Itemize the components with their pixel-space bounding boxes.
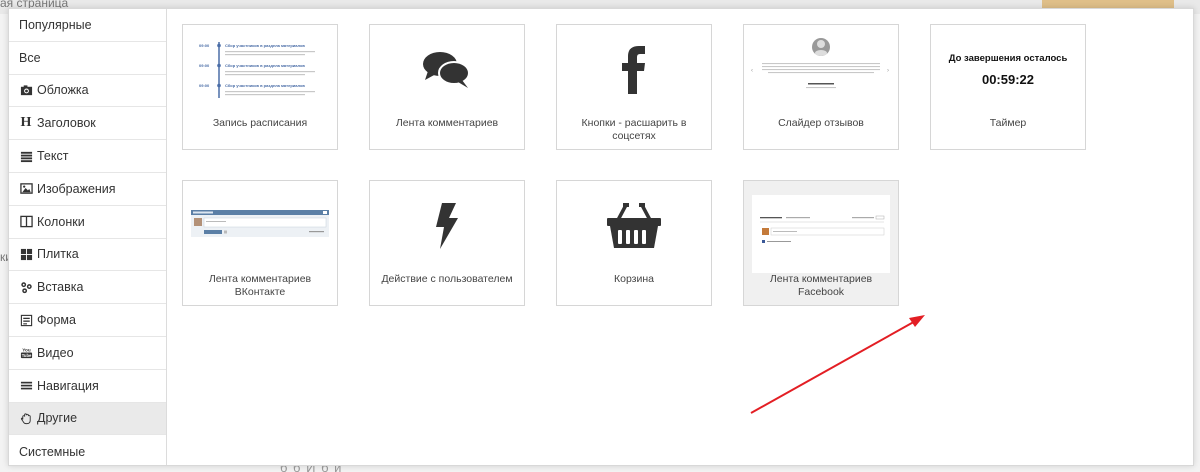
block-grid: 09:00 Сбор участников в раздела материал… [167, 9, 1193, 465]
svg-text:Сбор участников в раздела мате: Сбор участников в раздела материалов [225, 63, 305, 68]
block-card-label: Действие с пользователем [381, 273, 513, 285]
timer-heading: До завершения осталось [948, 53, 1068, 64]
reviews-thumb: ‹ › [744, 25, 898, 115]
block-card-timer[interactable]: До завершения осталось 00:59:22 Таймер [930, 24, 1086, 150]
block-card-label: Запись расписания [212, 117, 308, 129]
sidebar-item-label: Плитка [37, 247, 79, 262]
sidebar-item-text[interactable]: Текст [9, 140, 166, 173]
svg-text:09:00: 09:00 [199, 83, 210, 88]
basket-icon [557, 181, 711, 271]
sidebar-item-cover[interactable]: Обложка [9, 75, 166, 108]
block-card-label: Кнопки - расшарить в соцсетях [581, 117, 687, 142]
sidebar-item-system[interactable]: Системные [9, 435, 166, 468]
youtube-icon: You Tube [19, 346, 33, 360]
sidebar-item-label: Видео [37, 345, 74, 360]
vk-comments-thumb [183, 181, 337, 271]
sidebar-item-label: Системные [19, 444, 86, 459]
sidebar-item-label: Популярные [19, 17, 92, 32]
sidebar-item-label: Заголовок [37, 116, 96, 131]
block-card-label: Слайдер отзывов [778, 117, 864, 129]
block-card-basket[interactable]: Корзина [556, 180, 712, 306]
sidebar-item-label: Колонки [37, 214, 85, 229]
lightning-icon [370, 181, 524, 271]
sidebar-item-label: Изображения [37, 181, 116, 196]
sidebar-item-tiles[interactable]: Плитка [9, 239, 166, 272]
sidebar-item-label: Форма [37, 313, 76, 328]
puzzle-icon [19, 280, 33, 294]
block-card-label: Лента комментариев ВКонтакте [208, 273, 312, 298]
sidebar-item-embed[interactable]: Вставка [9, 271, 166, 305]
menu-icon [19, 379, 33, 393]
sidebar-item-heading[interactable]: H Заголовок [9, 107, 166, 141]
sidebar-item-images[interactable]: Изображения [9, 173, 166, 206]
fb-comments-thumb [744, 181, 898, 273]
block-card-vk-comments[interactable]: Лента комментариев ВКонтакте [182, 180, 338, 306]
svg-text:Сбор участников в раздела мате: Сбор участников в раздела материалов [225, 43, 305, 48]
block-card-comments[interactable]: Лента комментариев [369, 24, 525, 150]
svg-text:09:00: 09:00 [199, 43, 210, 48]
hand-icon [19, 411, 33, 425]
sidebar-item-video[interactable]: You Tube Видео [9, 337, 166, 370]
sidebar-item-navigation[interactable]: Навигация [9, 370, 166, 403]
sidebar-item-label: Другие [37, 411, 78, 426]
timer-value: 00:59:22 [981, 72, 1035, 87]
timer-thumb: До завершения осталось 00:59:22 [931, 25, 1085, 115]
sidebar-item-label: Вставка [37, 280, 84, 295]
svg-text:09:00: 09:00 [199, 63, 210, 68]
block-card-user-action[interactable]: Действие с пользователем [369, 180, 525, 306]
text-lines-icon [19, 149, 33, 163]
tiles-icon [19, 247, 33, 261]
svg-text:Сбор участников в раздела мате: Сбор участников в раздела материалов [225, 83, 305, 88]
block-card-schedule[interactable]: 09:00 Сбор участников в раздела материал… [182, 24, 338, 150]
facebook-icon [557, 25, 711, 115]
columns-icon [19, 215, 33, 229]
sidebar-item-all[interactable]: Все [9, 42, 166, 75]
block-card-label: Корзина [614, 273, 654, 285]
sidebar-item-label: Навигация [37, 378, 99, 393]
comments-icon [370, 25, 524, 115]
image-icon [19, 182, 33, 196]
svg-text:Tube: Tube [21, 353, 31, 358]
category-sidebar: Популярные Все Обложка H Заголовок Текст… [9, 9, 167, 465]
svg-text:›: › [887, 68, 889, 74]
sidebar-item-popular[interactable]: Популярные [9, 9, 166, 42]
block-card-fb-comments[interactable]: Лента комментариев Facebook [743, 180, 899, 306]
block-card-share[interactable]: Кнопки - расшарить в соцсетях [556, 24, 712, 150]
block-card-label: Лента комментариев Facebook [769, 273, 873, 298]
sidebar-item-label: Обложка [37, 83, 89, 98]
block-card-label: Лента комментариев [395, 117, 499, 129]
svg-text:You: You [22, 348, 31, 353]
block-card-reviews[interactable]: ‹ › Слайдер отзывов [743, 24, 899, 150]
sidebar-item-label: Текст [37, 149, 69, 164]
svg-text:‹: ‹ [751, 68, 753, 74]
form-icon [19, 313, 33, 327]
annotation-arrow [750, 315, 925, 414]
heading-icon: H [20, 115, 32, 131]
camera-icon [19, 83, 33, 97]
sidebar-item-other[interactable]: Другие [9, 402, 166, 436]
block-library-modal: Популярные Все Обложка H Заголовок Текст… [8, 8, 1194, 466]
sidebar-item-columns[interactable]: Колонки [9, 206, 166, 239]
sidebar-item-label: Все [19, 50, 41, 65]
block-card-label: Таймер [989, 117, 1027, 129]
sidebar-item-form[interactable]: Форма [9, 304, 166, 337]
schedule-thumb: 09:00 Сбор участников в раздела материал… [183, 25, 337, 115]
